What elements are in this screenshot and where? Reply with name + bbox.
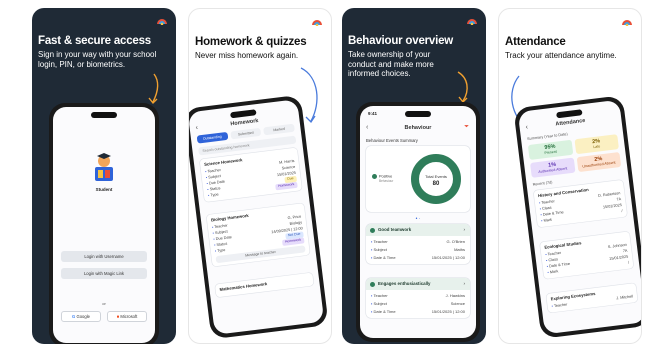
student-avatar-icon	[95, 153, 113, 181]
card-title: Mathematics Homework	[219, 281, 268, 292]
donut-value: 80	[433, 181, 440, 187]
legend-dot	[372, 174, 377, 179]
homework-screen: ‹ Homework Outstanding Submitted Marked …	[189, 99, 325, 335]
brand-logo-icon	[157, 19, 167, 25]
card-row: Date & Time15/01/2025 | 12:00	[371, 308, 465, 316]
brand-logo-icon	[467, 19, 477, 25]
homework-card[interactable]: Science Homework TeacherM. Harris Subjec…	[199, 147, 303, 203]
status-time: 9:41	[368, 111, 378, 116]
login-magic-link-button[interactable]: Login with Magic Link	[61, 268, 147, 279]
section-title: Behaviour Events Summary	[366, 138, 418, 143]
chevron-right-icon: ›	[463, 281, 465, 286]
panel-subtitle: Track your attendance anytime.	[505, 51, 617, 60]
student-label: Student	[95, 187, 113, 192]
brand-logo-icon	[312, 20, 322, 26]
tab-submitted[interactable]: Submitted	[230, 127, 262, 140]
card-row: SubjectScience	[371, 300, 465, 308]
chevron-right-icon: ›	[463, 227, 465, 232]
dynamic-island	[405, 111, 431, 117]
dynamic-island	[91, 112, 117, 118]
arrow-icon	[457, 71, 468, 104]
page-indicator: • ·	[415, 216, 421, 222]
microsoft-login-button[interactable]: ■ Microsoft	[107, 311, 147, 322]
phone-mockup: 9:41 ‹ Behaviour ⏷ Behaviour Events Summ…	[356, 102, 480, 342]
login-username-button[interactable]: Login with Username	[61, 251, 147, 262]
attendance-card[interactable]: Exploring Ecosystems TeacherJ. Mitchell	[546, 282, 638, 313]
panel-secure-access: Fast & secure access Sign in your way wi…	[32, 8, 176, 344]
card-row: Date & Time15/01/2025 | 12:00	[371, 254, 465, 262]
card-row: TeacherJ. Hawkins	[371, 292, 465, 300]
type-badge: Homework	[274, 181, 298, 191]
homework-card[interactable]: Mathematics Homework	[214, 272, 314, 298]
donut-label: Total Events	[425, 174, 447, 179]
filter-icon[interactable]: ⏷	[464, 124, 469, 131]
google-label: Google	[76, 314, 90, 319]
phone-mockup: ‹ Homework Outstanding Submitted Marked …	[189, 94, 329, 340]
brand-logo-icon	[622, 20, 632, 26]
event-title: Good teamwork ›	[366, 224, 470, 236]
panel-heading: Fast & secure access	[38, 35, 151, 47]
app-store-screenshots: Fast & secure access Sign in your way wi…	[0, 0, 656, 348]
dynamic-island	[556, 109, 583, 119]
panel-subtitle: Take ownership of your conduct and make …	[348, 50, 434, 78]
behaviour-event-card[interactable]: Good teamwork› TeacherG. O'Brien Subject…	[366, 224, 470, 264]
panel-heading: Homework & quizzes	[195, 36, 307, 48]
phone-mockup: Student Login with Username Login with M…	[49, 103, 159, 344]
tab-marked[interactable]: Marked	[263, 123, 295, 136]
panel-homework: Homework & quizzes Never miss homework a…	[188, 8, 332, 344]
chart-legend: Positive Behaviour	[372, 174, 393, 183]
event-title: Engages enthusiastically ›	[366, 278, 470, 290]
tab-outstanding[interactable]: Outstanding	[196, 131, 229, 144]
panel-subtitle: Never miss homework again.	[195, 51, 299, 60]
login-screen: Student Login with Username Login with M…	[53, 107, 155, 343]
attendance-screen: ‹ Attendance Summary (Year to Date) 95% P…	[517, 99, 641, 335]
dynamic-island	[230, 109, 257, 119]
stat-late: 2% Late	[573, 134, 619, 155]
screen-title: Behaviour	[404, 125, 432, 131]
recent-filter[interactable]: Recent (7d)	[532, 180, 552, 186]
behaviour-event-card[interactable]: Engages enthusiastically› TeacherJ. Hawk…	[366, 278, 470, 318]
attendance-summary-grid: 95% Present 2% Late 1% Authorised Absent 2%…	[527, 134, 622, 178]
stat-authorised-absent: 1% Authorised Absent	[530, 157, 576, 178]
arrow-icon	[148, 73, 159, 105]
stat-present: 95% Present	[527, 139, 573, 160]
microsoft-icon: ■	[116, 314, 120, 319]
behaviour-donut-chart: Total Events 80	[411, 154, 461, 204]
panel-behaviour: Behaviour overview Take ownership of you…	[342, 8, 486, 344]
panel-heading: Behaviour overview	[348, 35, 454, 47]
behaviour-screen: 9:41 ‹ Behaviour ⏷ Behaviour Events Summ…	[360, 106, 476, 338]
panel-heading: Attendance	[505, 36, 566, 48]
attendance-card[interactable]: History and Conservation TeacherD. Rober…	[533, 179, 628, 228]
google-icon: G	[72, 314, 76, 319]
summary-label: Summary (Year to Date)	[526, 132, 568, 142]
attendance-card[interactable]: Ecological Studies TeacherS. Johnson Cla…	[539, 231, 634, 280]
homework-card[interactable]: Biology Homework TeacherG. Price Subject…	[206, 203, 310, 267]
phone-mockup: ‹ Attendance Summary (Year to Date) 95% P…	[513, 95, 641, 339]
panel-attendance: Attendance Track your attendance anytime…	[498, 8, 642, 344]
google-login-button[interactable]: G Google	[61, 311, 101, 322]
behaviour-summary-card: Positive Behaviour Total Events 80	[366, 146, 470, 212]
or-divider: or	[102, 301, 106, 306]
card-row: TeacherG. O'Brien	[371, 238, 465, 246]
stat-unauthorised-absent: 2% Unauthorised Absent	[576, 151, 622, 173]
card-row: SubjectMaths	[371, 246, 465, 254]
panel-subtitle: Sign in your way with your school login,…	[38, 50, 157, 69]
microsoft-label: Microsoft	[120, 314, 138, 319]
